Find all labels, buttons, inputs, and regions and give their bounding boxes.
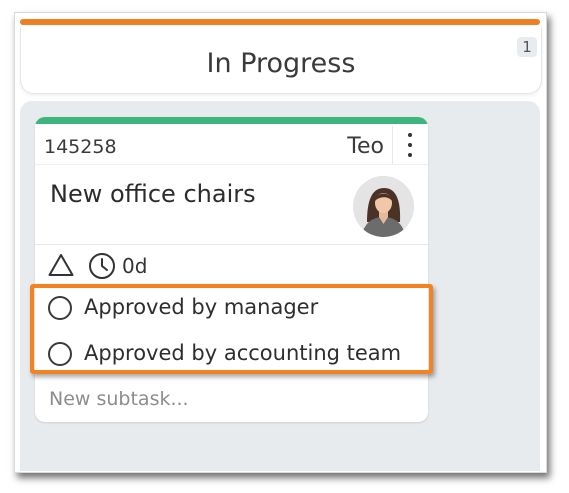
card-id: 145258 bbox=[44, 136, 117, 158]
subtasks-highlight-box bbox=[30, 284, 433, 374]
task-card[interactable]: 145258 Teo New office chairs 0d Approved… bbox=[35, 117, 428, 422]
column-accent-bar bbox=[20, 19, 540, 25]
card-divider bbox=[35, 244, 428, 245]
clock-icon[interactable] bbox=[88, 252, 116, 284]
card-title[interactable]: New office chairs bbox=[50, 180, 256, 208]
card-menu-divider bbox=[392, 126, 393, 164]
vertical-ellipsis-icon[interactable] bbox=[401, 131, 419, 161]
due-label[interactable]: 0d bbox=[122, 254, 147, 278]
card-divider bbox=[35, 164, 428, 165]
avatar[interactable] bbox=[353, 176, 414, 237]
new-subtask-input[interactable] bbox=[47, 387, 411, 411]
card-accent-bar bbox=[35, 117, 428, 124]
column-count-badge: 1 bbox=[517, 37, 537, 57]
warning-triangle-icon[interactable] bbox=[48, 253, 74, 281]
column-header: In Progress 1 bbox=[20, 27, 542, 94]
card-assignee[interactable]: Teo bbox=[347, 134, 384, 159]
column-title: In Progress bbox=[206, 48, 356, 79]
